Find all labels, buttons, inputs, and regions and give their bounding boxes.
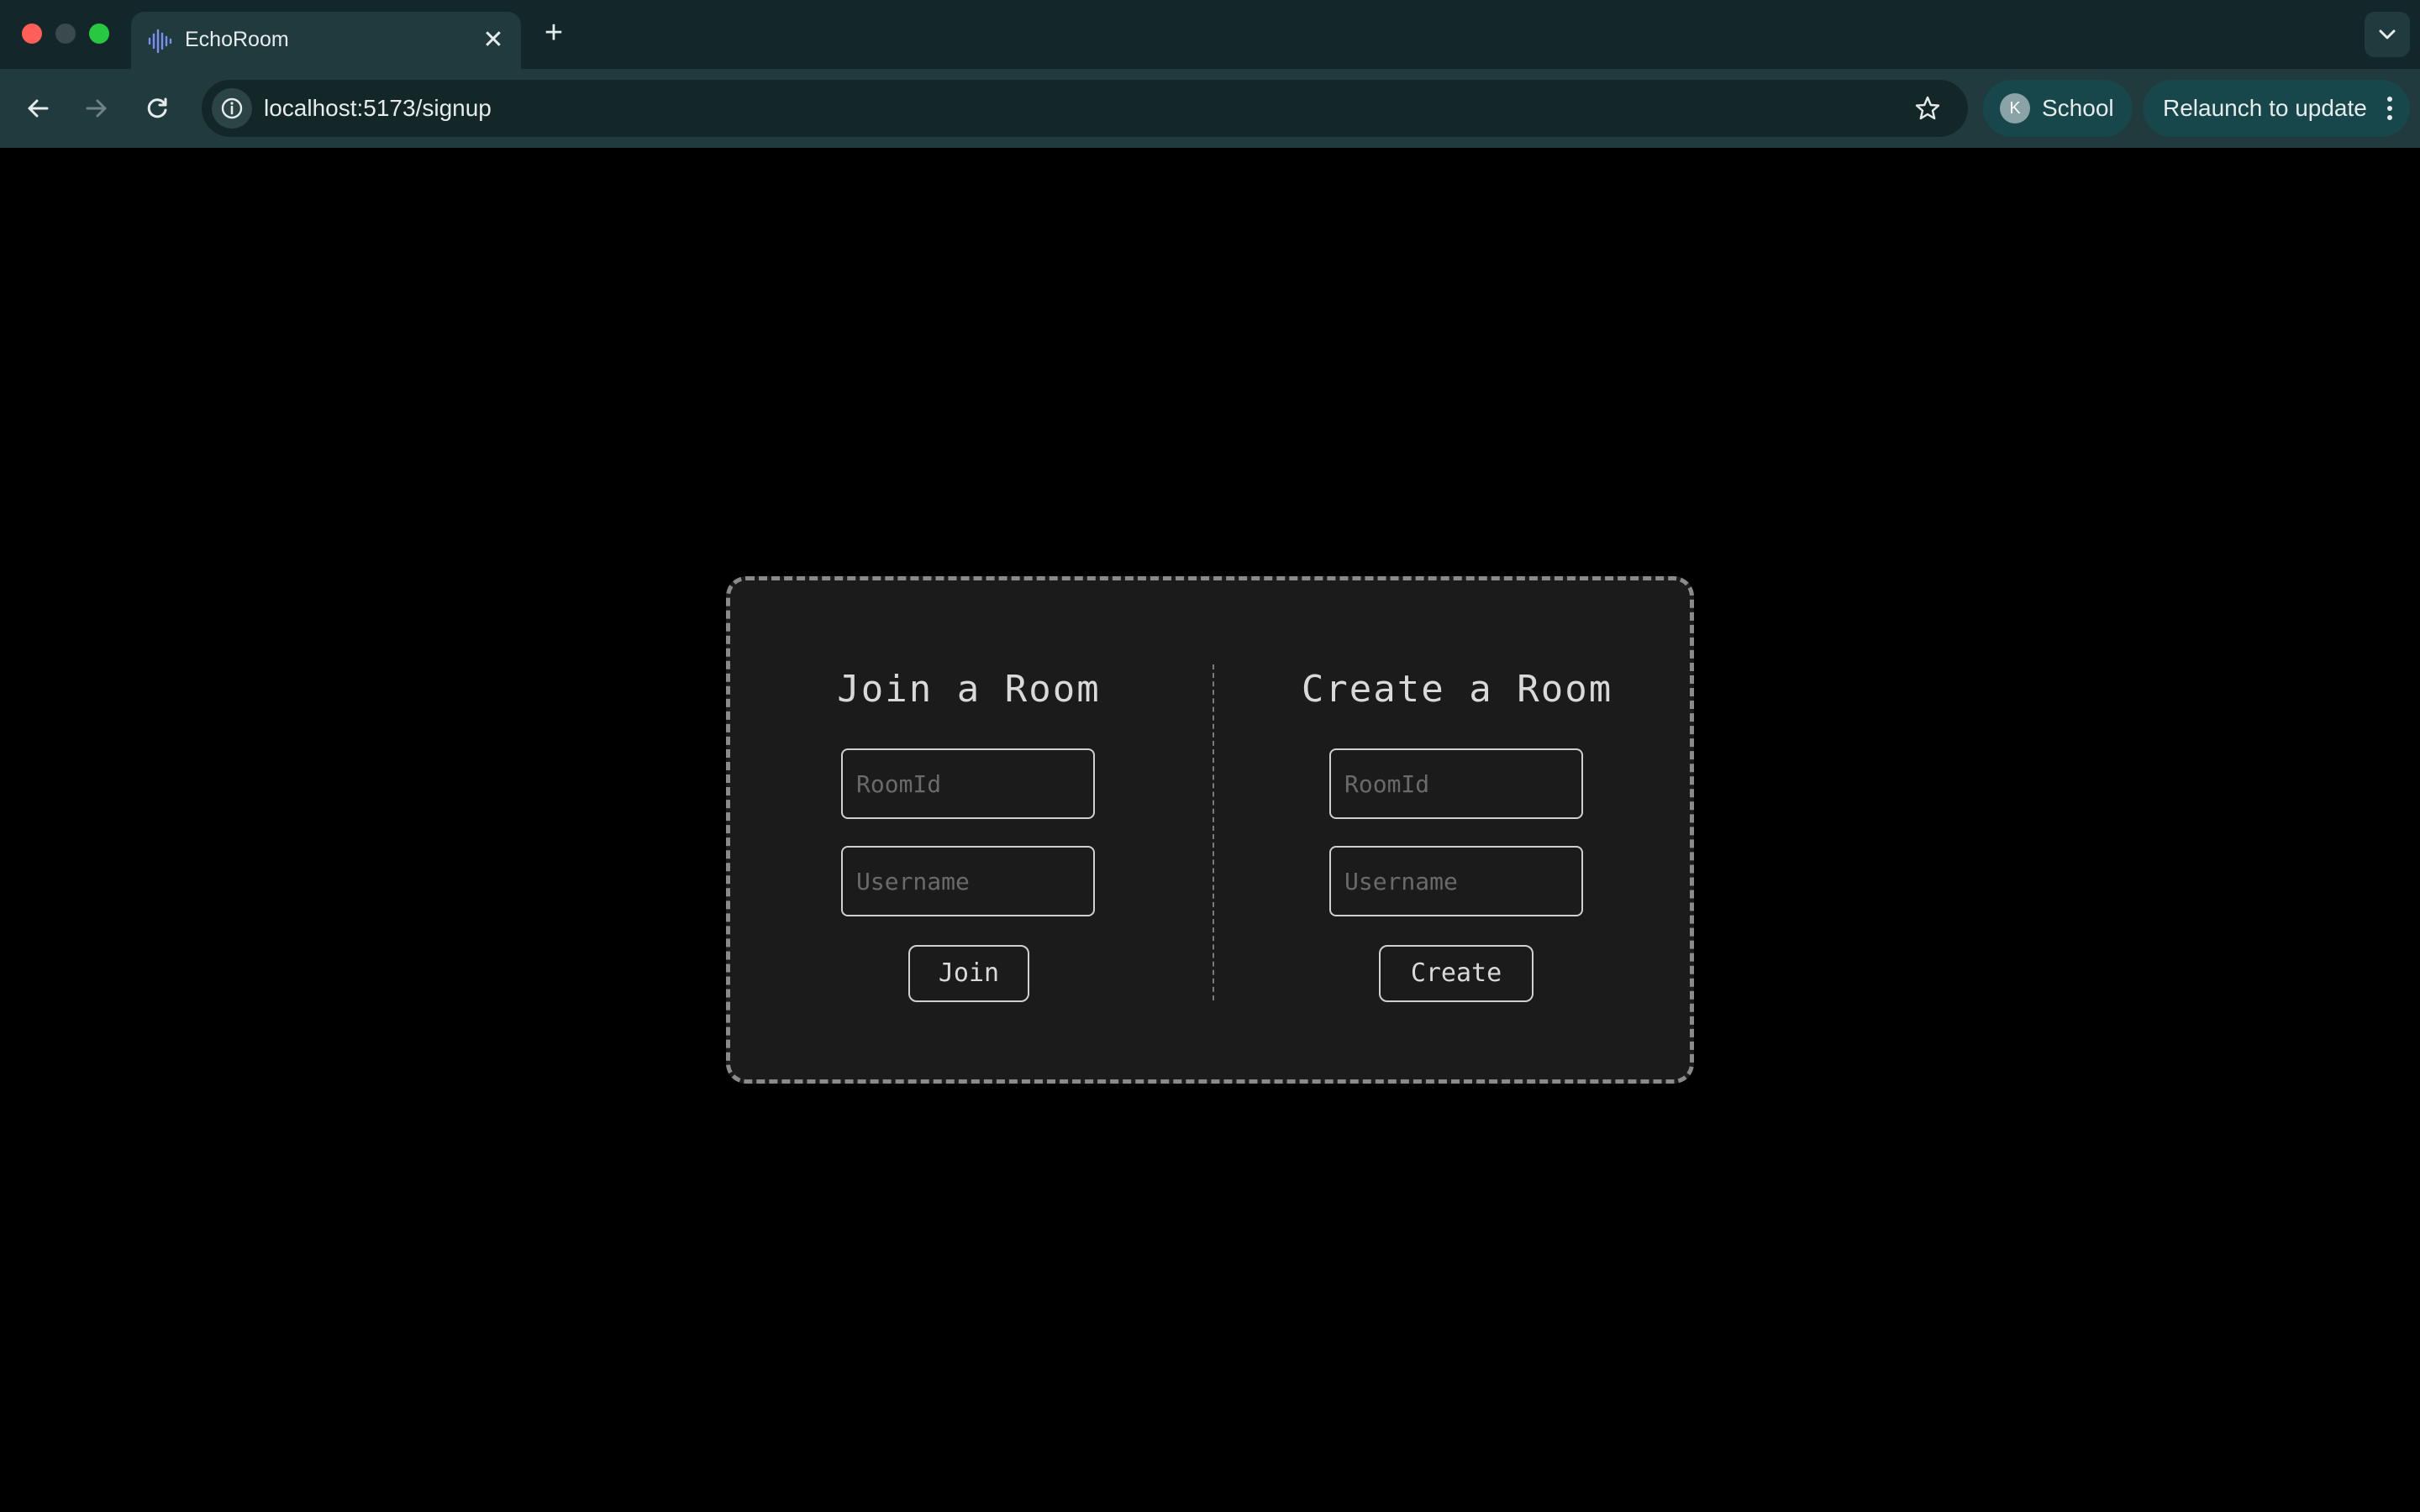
page-viewport: Join a Room Join Create a Room Create bbox=[0, 148, 2420, 1512]
room-card: Join a Room Join Create a Room Create bbox=[726, 576, 1694, 1084]
create-roomid-input[interactable] bbox=[1329, 748, 1583, 819]
tab-close-icon[interactable]: ✕ bbox=[479, 25, 508, 54]
close-window-button[interactable] bbox=[22, 24, 42, 44]
address-bar[interactable]: localhost:5173/signup bbox=[202, 80, 1968, 137]
star-icon bbox=[1915, 96, 1940, 120]
tab-title: EchoRoom bbox=[185, 28, 289, 51]
browser-tabstrip: EchoRoom ✕ + bbox=[0, 0, 2420, 69]
reload-button[interactable] bbox=[134, 86, 180, 131]
profile-label: School bbox=[2042, 95, 2114, 121]
join-room-panel: Join a Room Join bbox=[801, 664, 1137, 1002]
create-button[interactable]: Create bbox=[1379, 945, 1534, 1002]
back-button[interactable] bbox=[15, 86, 60, 131]
browser-tab-active[interactable]: EchoRoom ✕ bbox=[131, 12, 521, 69]
address-url[interactable]: localhost:5173/signup bbox=[264, 93, 492, 123]
arrow-left-icon bbox=[28, 99, 49, 118]
minimize-window-button[interactable] bbox=[55, 24, 76, 44]
zoom-window-button[interactable] bbox=[89, 24, 109, 44]
new-tab-button[interactable]: + bbox=[538, 15, 570, 50]
chevron-down-icon bbox=[2379, 29, 2396, 39]
info-icon bbox=[221, 97, 243, 119]
profile-button[interactable]: K School bbox=[1983, 80, 2133, 137]
bookmark-button[interactable] bbox=[1911, 92, 1944, 125]
arrow-right-icon bbox=[86, 99, 107, 118]
create-room-title: Create a Room bbox=[1301, 668, 1613, 711]
forward-button[interactable] bbox=[74, 86, 119, 131]
join-roomid-input[interactable] bbox=[841, 748, 1095, 819]
join-button[interactable]: Join bbox=[908, 945, 1029, 1002]
site-info-button[interactable] bbox=[212, 88, 252, 129]
browser-toolbar: localhost:5173/signup K School Relaunch … bbox=[0, 69, 2420, 148]
tab-search-button[interactable] bbox=[2365, 12, 2410, 57]
browser-menu-button[interactable] bbox=[2380, 92, 2400, 125]
kebab-menu-icon bbox=[2387, 97, 2392, 120]
reload-icon bbox=[147, 97, 167, 118]
create-username-input[interactable] bbox=[1329, 846, 1583, 916]
relaunch-label: Relaunch to update bbox=[2163, 95, 2367, 121]
relaunch-button[interactable]: Relaunch to update bbox=[2143, 80, 2410, 137]
create-room-panel: Create a Room Create bbox=[1289, 664, 1625, 1002]
avatar: K bbox=[2000, 93, 2030, 123]
panel-divider bbox=[1213, 664, 1214, 1000]
sound-wave-icon bbox=[148, 29, 172, 54]
join-username-input[interactable] bbox=[841, 846, 1095, 916]
join-room-title: Join a Room bbox=[837, 668, 1101, 711]
